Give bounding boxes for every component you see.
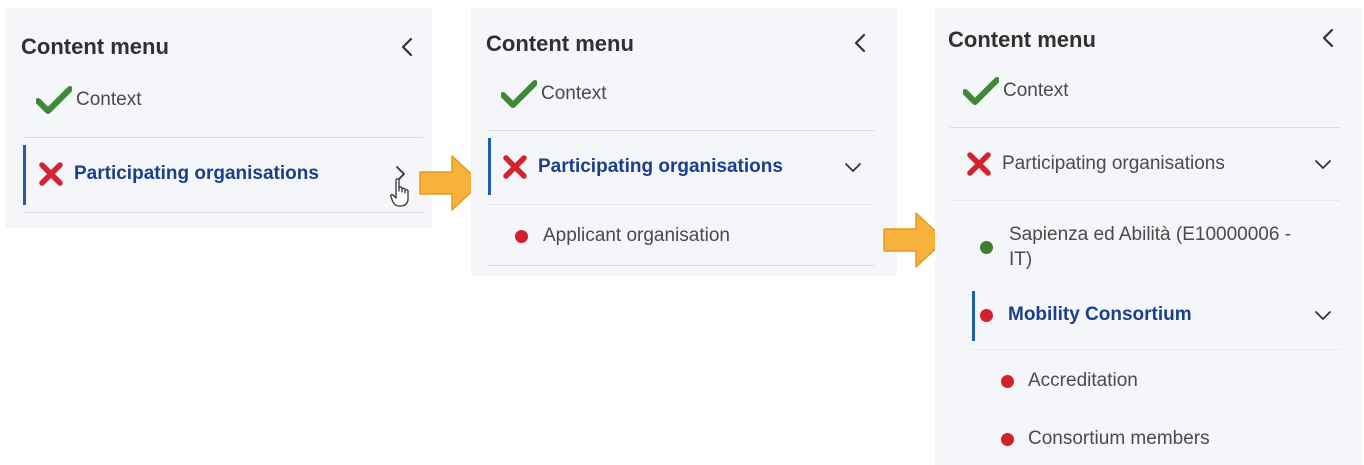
red-dot-icon (515, 229, 528, 243)
red-dot-icon (1001, 374, 1014, 388)
check-icon (963, 77, 999, 105)
chevron-down-icon[interactable] (843, 157, 863, 177)
hand-cursor-icon (390, 178, 409, 207)
active-indicator (23, 145, 26, 205)
menu-item-label: Participating organisations (74, 163, 319, 184)
menu-item-participating-organisations[interactable]: Participating organisations (502, 154, 783, 180)
menu-item-context[interactable]: Context (36, 86, 141, 114)
menu-item-context[interactable]: Context (501, 80, 606, 108)
divider (488, 130, 874, 131)
panel-title: Content menu (948, 27, 1096, 52)
menu-item-label: Context (76, 89, 142, 110)
active-indicator (488, 138, 491, 195)
menu-item-consortium-members[interactable]: Consortium members (1001, 428, 1210, 450)
menu-item-applicant-organisation[interactable]: Applicant organisation (515, 225, 730, 247)
check-icon (36, 86, 72, 114)
menu-item-participating-organisations[interactable]: Participating organisations (38, 161, 319, 187)
menu-item-context[interactable]: Context (963, 77, 1068, 105)
divider (950, 200, 1340, 201)
chevron-left-icon[interactable] (849, 31, 873, 55)
divider (23, 212, 423, 213)
menu-item-label: Context (1003, 80, 1069, 101)
menu-item-label: Participating organisations (538, 156, 783, 177)
menu-item-accreditation[interactable]: Accreditation (1001, 370, 1138, 392)
chevron-down-icon[interactable] (1313, 305, 1333, 325)
red-dot-icon (980, 308, 993, 322)
content-menu-panel-1: Content menu Context Participating organ… (6, 8, 432, 228)
menu-item-label: Accreditation (1028, 370, 1138, 391)
panel-title: Content menu (21, 34, 169, 59)
cross-icon (39, 162, 63, 186)
menu-item-participating-organisations[interactable]: Participating organisations (966, 151, 1225, 177)
menu-item-label-line-2: IT) (1009, 249, 1033, 270)
menu-item-label: Sapienza ed Abilità (E10000006 - IT) (1009, 222, 1291, 272)
menu-item-mobility-consortium[interactable]: Mobility Consortium (980, 304, 1192, 326)
divider (23, 137, 423, 138)
divider (488, 204, 874, 205)
active-indicator (972, 291, 975, 341)
menu-item-label: Context (541, 83, 607, 104)
divider (972, 349, 1340, 350)
divider (488, 265, 874, 266)
chevron-left-icon[interactable] (396, 35, 420, 59)
chevron-left-icon[interactable] (1317, 26, 1341, 50)
menu-item-label: Consortium members (1028, 428, 1210, 449)
menu-item-label-line-1: Sapienza ed Abilità (E10000006 - (1009, 224, 1292, 245)
panel-title: Content menu (486, 31, 634, 56)
cross-icon (967, 152, 991, 176)
menu-item-label: Participating organisations (1002, 153, 1225, 174)
menu-item-label: Applicant organisation (543, 225, 730, 246)
cross-icon (503, 155, 527, 179)
content-menu-panel-3: Content menu Context Participating organ… (935, 8, 1362, 465)
menu-item-sapienza-ed-abilita[interactable]: Sapienza ed Abilità (E10000006 - IT) (980, 222, 1291, 272)
divider (950, 127, 1340, 128)
green-dot-icon (980, 240, 993, 254)
content-menu-panel-2: Content menu Context Participating organ… (471, 8, 897, 276)
chevron-down-icon[interactable] (1313, 154, 1333, 174)
check-icon (501, 80, 537, 108)
red-dot-icon (1001, 432, 1014, 446)
menu-item-label: Mobility Consortium (1008, 304, 1192, 325)
